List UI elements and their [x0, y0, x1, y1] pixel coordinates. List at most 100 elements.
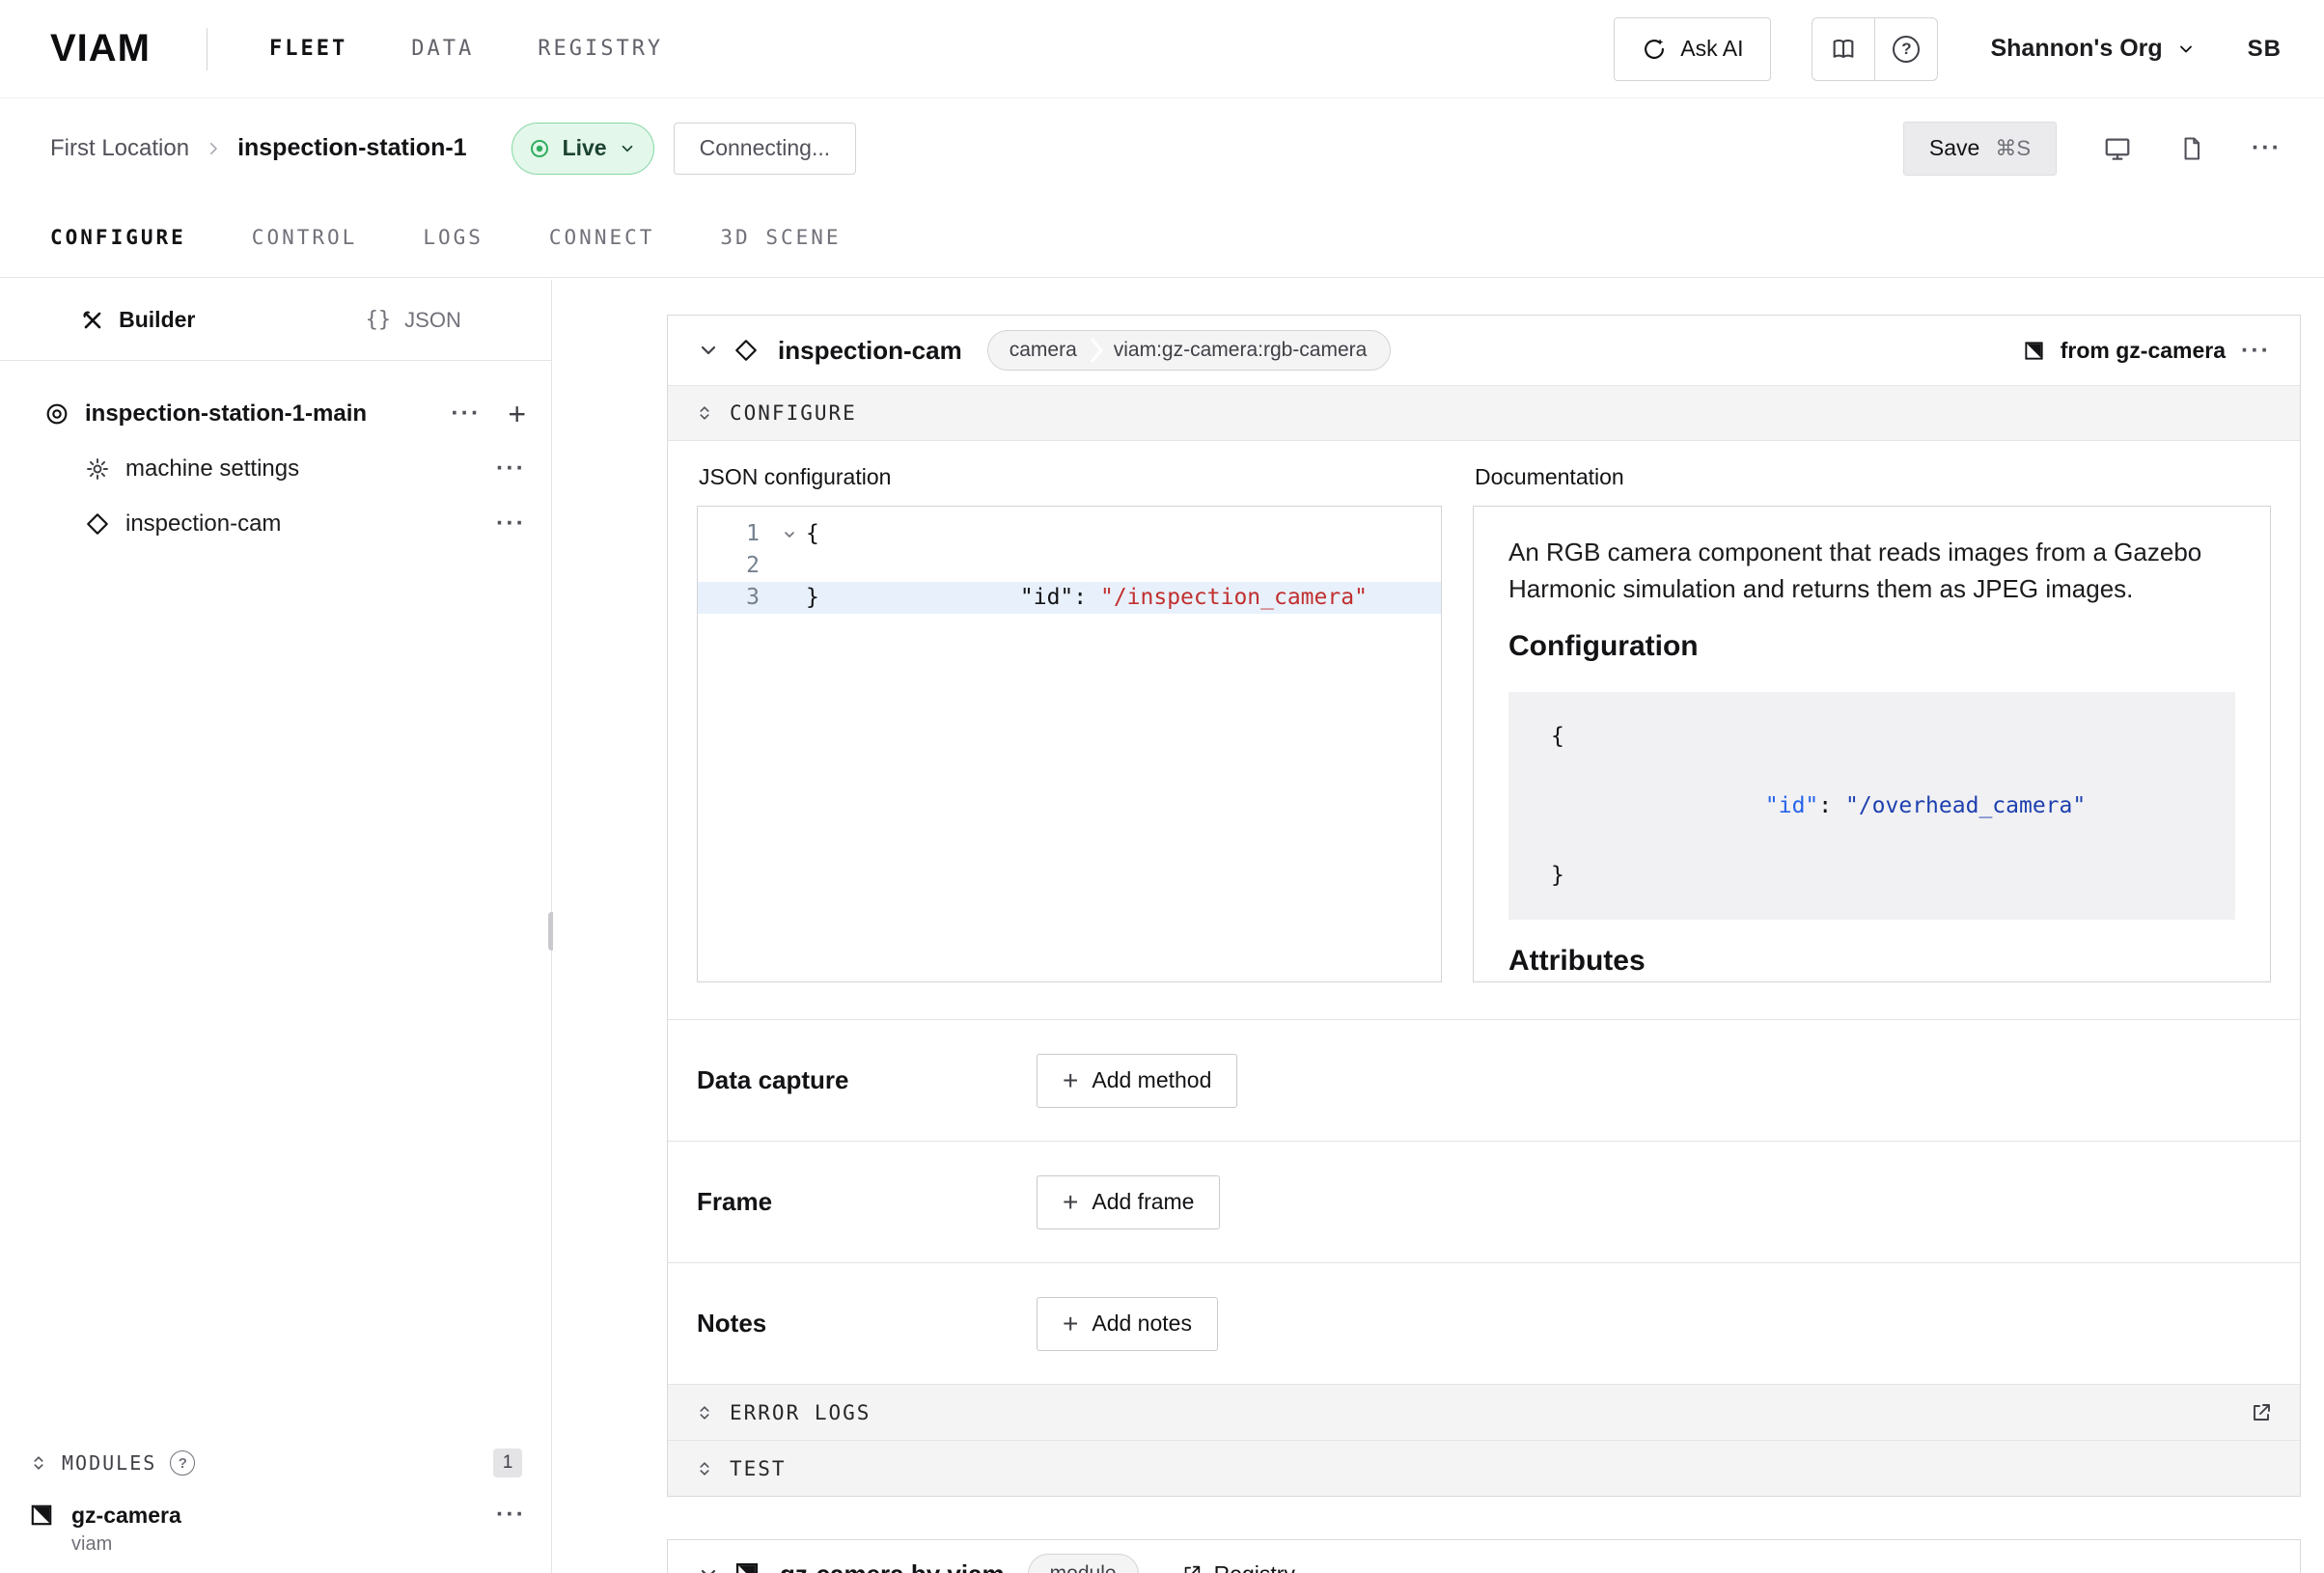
machine-more-menu[interactable]: ···	[2252, 136, 2282, 160]
error-logs-bar[interactable]: ERROR LOGS	[668, 1384, 2300, 1440]
module-type-badge: module	[1028, 1554, 1139, 1573]
module-name: gz-camera	[71, 1503, 181, 1529]
external-link-icon[interactable]	[2250, 1401, 2273, 1424]
inspection-cam-more-menu[interactable]: ···	[496, 511, 526, 536]
colon-token: :	[1073, 585, 1100, 610]
modules-help-icon[interactable]: ?	[170, 1450, 195, 1476]
builder-json-toggle: Builder {} JSON	[0, 280, 551, 361]
code-token: }	[806, 582, 819, 614]
modules-section: MODULES ? 1 gz-camera viam ···	[0, 1441, 551, 1573]
module-list-item[interactable]: gz-camera viam ···	[0, 1485, 551, 1559]
doc-code-close: }	[1551, 858, 2206, 893]
component-diamond-icon	[733, 338, 759, 363]
tab-3d-scene[interactable]: 3D SCENE	[720, 226, 841, 249]
connecting-button[interactable]: Connecting...	[674, 123, 857, 175]
json-config-editor[interactable]: 1 { 2 "id": "/inspection_camera"	[697, 506, 1442, 982]
machine-part-icon	[44, 401, 69, 427]
component-diamond-icon	[85, 511, 110, 537]
tab-configure[interactable]: CONFIGURE	[50, 226, 186, 249]
configure-main: inspection-cam camera viam:gz-camera:rgb…	[553, 280, 2324, 1573]
save-button[interactable]: Save ⌘S	[1903, 122, 2057, 176]
modules-header[interactable]: MODULES ? 1	[0, 1441, 551, 1485]
json-mode-toggle[interactable]: {} JSON	[276, 280, 552, 360]
inspection-cam-label: inspection-cam	[125, 511, 281, 538]
notes-label: Notes	[697, 1309, 1037, 1338]
machine-settings-more-menu[interactable]: ···	[496, 456, 526, 481]
viam-logo[interactable]: VIAM	[50, 27, 151, 70]
add-component-button[interactable]: +	[508, 399, 526, 429]
code-token: {	[806, 518, 819, 550]
org-switcher[interactable]: Shannon's Org	[1990, 35, 2195, 63]
builder-label: Builder	[119, 307, 195, 333]
ask-ai-button[interactable]: Ask AI	[1614, 17, 1771, 81]
line-number: 3	[698, 582, 773, 614]
test-bar[interactable]: TEST	[668, 1440, 2300, 1496]
tab-connect[interactable]: CONNECT	[549, 226, 655, 249]
machine-monitor-icon[interactable]	[2103, 134, 2132, 163]
component-more-menu[interactable]: ···	[2241, 339, 2271, 363]
live-status-badge[interactable]: Live	[512, 123, 654, 175]
add-frame-button[interactable]: + Add frame	[1037, 1175, 1220, 1229]
ask-ai-label: Ask AI	[1680, 36, 1743, 62]
machine-settings-label: machine settings	[125, 455, 299, 483]
doc-code-colon: :	[1818, 793, 1845, 818]
breadcrumb-location[interactable]: First Location	[50, 135, 189, 162]
add-notes-button[interactable]: + Add notes	[1037, 1297, 1218, 1351]
doc-attributes-heading: Attributes	[1508, 945, 2235, 978]
gear-icon	[85, 456, 110, 482]
machine-header-bar: First Location inspection-station-1 Live…	[0, 98, 2324, 198]
component-name: inspection-cam	[778, 336, 962, 366]
component-card-header: inspection-cam camera viam:gz-camera:rgb…	[668, 316, 2300, 385]
tree-row-inspection-cam[interactable]: inspection-cam ···	[0, 496, 551, 551]
frame-label: Frame	[697, 1187, 1037, 1217]
line-number: 2	[698, 550, 773, 582]
notes-section: Notes + Add notes	[668, 1262, 2300, 1384]
machine-tabs: CONFIGURE CONTROL LOGS CONNECT 3D SCENE	[0, 198, 2324, 278]
machine-document-icon[interactable]	[2178, 135, 2205, 162]
json-string-token: "/inspection_camera"	[1100, 585, 1368, 610]
documentation-panel: An RGB camera component that reads image…	[1473, 506, 2271, 982]
module-more-menu[interactable]: ···	[496, 1503, 526, 1527]
live-indicator-icon	[528, 137, 551, 160]
ai-sparkle-icon	[1642, 37, 1667, 62]
user-avatar[interactable]: SB	[2248, 36, 2282, 63]
breadcrumb-chevron-icon	[205, 140, 222, 157]
configure-section-bar[interactable]: CONFIGURE	[668, 385, 2300, 441]
nav-item-registry[interactable]: REGISTRY	[538, 37, 663, 61]
fold-chevron-icon[interactable]	[773, 518, 806, 550]
tree-row-machine-settings[interactable]: machine settings ···	[0, 441, 551, 496]
top-nav: VIAM FLEET DATA REGISTRY Ask AI	[0, 0, 2324, 98]
type-badge: camera	[988, 339, 1089, 362]
question-glyph: ?	[1893, 36, 1920, 63]
save-label: Save	[1929, 135, 1979, 161]
nav-item-fleet[interactable]: FLEET	[269, 37, 347, 61]
module-card-gz-camera: gz-camera by viam module Registry	[667, 1539, 2301, 1573]
external-link-icon	[1181, 1563, 1203, 1573]
tab-control[interactable]: CONTROL	[252, 226, 358, 249]
docs-book-icon[interactable]	[1812, 18, 1874, 80]
collapse-chevron-icon[interactable]	[697, 339, 720, 362]
help-icon[interactable]: ?	[1875, 18, 1937, 80]
collapse-chevron-icon[interactable]	[697, 1562, 720, 1573]
tree-row-main-part[interactable]: inspection-station-1-main ··· +	[0, 386, 551, 441]
documentation-label: Documentation	[1475, 464, 2271, 490]
registry-link[interactable]: Registry	[1181, 1561, 1295, 1573]
doc-code-key: "id"	[1765, 793, 1818, 818]
braces-icon: {}	[366, 308, 392, 332]
add-method-button[interactable]: + Add method	[1037, 1054, 1237, 1108]
chevron-down-icon	[619, 140, 636, 157]
configure-body: JSON configuration 1 { 2 "id": "/inspect…	[668, 441, 2300, 1019]
builder-mode-toggle[interactable]: Builder	[0, 280, 276, 360]
machine-part-tree: inspection-station-1-main ··· + machine …	[0, 361, 551, 551]
nav-item-data[interactable]: DATA	[411, 37, 474, 61]
live-label: Live	[563, 135, 607, 161]
module-card-header: gz-camera by viam module Registry	[668, 1540, 2300, 1573]
module-org: viam	[71, 1533, 181, 1556]
badge-separator-chevron	[1089, 335, 1104, 366]
registry-label: Registry	[1214, 1561, 1295, 1573]
json-config-label: JSON configuration	[699, 464, 1442, 490]
topnav-right: Ask AI ? Shannon's Org SB	[1614, 17, 2282, 81]
tab-logs[interactable]: LOGS	[423, 226, 484, 249]
frame-section: Frame + Add frame	[668, 1141, 2300, 1262]
main-part-more-menu[interactable]: ···	[451, 401, 481, 426]
